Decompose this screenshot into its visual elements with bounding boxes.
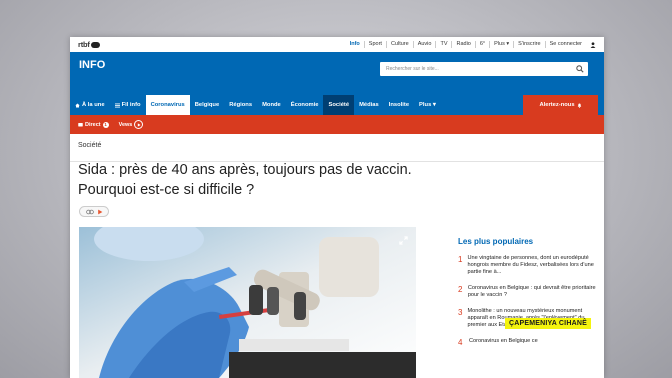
top-links: Info Sport Culture Auvio TV Radio 6° Plu… [346, 41, 596, 48]
user-icon[interactable] [590, 41, 596, 48]
nav-insolite[interactable]: Insolite [384, 95, 414, 115]
main-nav: À la une Fil info Coronavirus Belgique R… [70, 95, 604, 115]
list-item[interactable]: 1 Une vingtaine de personnes, dont un eu… [458, 255, 603, 276]
search-input[interactable]: Rechercher sur le site... [380, 62, 588, 76]
article-headline: Sida : près de 40 ans après, toujours pa… [78, 162, 412, 198]
nav-regions[interactable]: Régions [224, 95, 257, 115]
nav-economie[interactable]: Économie [286, 95, 324, 115]
nav-belgique[interactable]: Belgique [190, 95, 224, 115]
rtbf-logo[interactable]: rtbf [78, 40, 100, 49]
site-header: INFO Rechercher sur le site... À la une … [70, 52, 604, 115]
nav-coronavirus[interactable]: Coronavirus [145, 95, 190, 115]
toplink-signup[interactable]: S'inscrire [514, 41, 546, 48]
list-item[interactable]: 4 Coronavirus en Belgique ce [458, 338, 603, 347]
popular-link[interactable]: Une vingtaine de personnes, dont un euro… [467, 255, 603, 276]
nav-a-la-une[interactable]: À la une [70, 95, 110, 115]
vews-link[interactable]: Vews [119, 120, 144, 129]
search-icon[interactable] [576, 65, 584, 73]
toplink-radio[interactable]: Radio [452, 41, 476, 48]
top-bar: rtbf Info Sport Culture Auvio TV Radio 6… [70, 37, 604, 52]
direct-count-badge: 1 [102, 121, 109, 128]
popular-rank: 1 [458, 255, 463, 264]
popular-rank: 3 [458, 308, 463, 317]
nav-plus[interactable]: Plus ▾ [414, 95, 441, 115]
toplink-auvio[interactable]: Auvio [414, 41, 437, 48]
toplink-login[interactable]: Se connecter [546, 41, 586, 48]
live-bar: Direct 1 Vews [70, 115, 604, 134]
popular-title: Les plus populaires [458, 237, 534, 246]
list-icon [114, 103, 120, 107]
play-icon [134, 120, 144, 129]
logo-dot-icon [90, 41, 100, 48]
share-button[interactable] [79, 206, 109, 217]
section-title[interactable]: INFO [79, 59, 105, 71]
share-icon [85, 209, 94, 214]
popular-rank: 2 [458, 285, 463, 294]
direct-link[interactable]: Direct 1 [78, 121, 109, 128]
microscope-photo [79, 227, 416, 378]
source-caption: ÇAPEMENIYA CIHANÊ [505, 318, 591, 329]
alert-button[interactable]: Alertez-nous [523, 95, 598, 115]
radio-icon [78, 123, 83, 127]
bell-icon [577, 103, 581, 108]
toplink-culture[interactable]: Culture [387, 41, 414, 48]
popular-sidebar: Les plus populaires 1 Une vingtaine de p… [458, 237, 603, 356]
toplink-weather[interactable]: 6° [476, 41, 491, 48]
nav-monde[interactable]: Monde [257, 95, 286, 115]
expand-icon[interactable] [399, 236, 408, 245]
nav-fil-info[interactable]: Fil info [110, 95, 146, 115]
list-item[interactable]: 2 Coronavirus en Belgique : qui devrait … [458, 285, 603, 299]
home-icon [75, 103, 80, 107]
toplink-sport[interactable]: Sport [365, 41, 387, 48]
popular-link[interactable]: Coronavirus en Belgique ce [469, 338, 538, 347]
breadcrumb: Société [70, 134, 604, 162]
popular-link[interactable]: Coronavirus en Belgique : qui devrait êt… [468, 285, 603, 299]
popular-rank: 4 [458, 338, 463, 347]
article-image[interactable] [79, 227, 416, 378]
toplink-tv[interactable]: TV [436, 41, 453, 48]
toplink-info[interactable]: Info [346, 41, 365, 48]
play-icon [97, 209, 102, 214]
toplink-plus[interactable]: Plus ▾ [490, 41, 515, 48]
breadcrumb-societe[interactable]: Société [78, 142, 101, 149]
nav-medias[interactable]: Médias [354, 95, 384, 115]
nav-societe[interactable]: Société [323, 95, 355, 115]
